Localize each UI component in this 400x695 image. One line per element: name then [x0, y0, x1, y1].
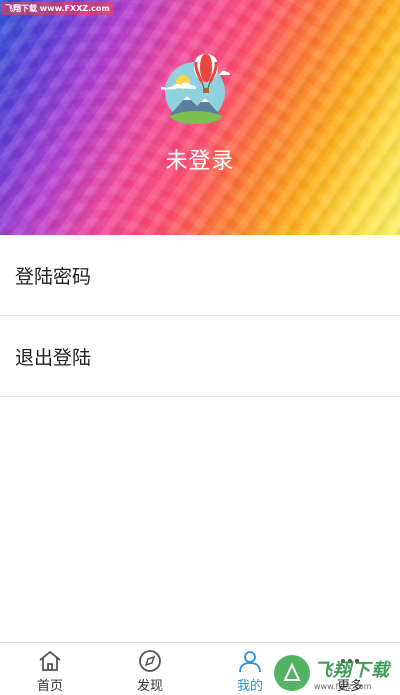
- tab-discover[interactable]: 发现: [100, 643, 200, 695]
- watermark-sub: www.fxxz.com: [314, 681, 372, 691]
- user-icon: [239, 651, 261, 673]
- bottom-tab-bar: 首页 发现 我的 更多 飞翔下载 www.fxxz.com: [0, 642, 400, 695]
- watermark-top: 飞翔下载 www.FXXZ.com: [2, 2, 113, 15]
- avatar[interactable]: [155, 50, 241, 130]
- watermark-main: 飞翔下载: [314, 659, 390, 681]
- profile-header: 飞翔下载 www.FXXZ.com 未登录: [0, 0, 400, 235]
- menu-item-label: 退出登陆: [15, 346, 92, 369]
- tab-label: 发现: [136, 679, 163, 694]
- settings-menu: 登陆密码 退出登陆: [0, 235, 400, 397]
- tab-home[interactable]: 首页: [0, 643, 100, 695]
- menu-item-label: 登陆密码: [15, 265, 92, 288]
- compass-icon: [139, 650, 161, 672]
- tab-label: 首页: [36, 679, 63, 694]
- menu-item-logout[interactable]: 退出登陆: [0, 316, 400, 397]
- watermark-logo-icon: [274, 655, 310, 691]
- home-icon: [39, 650, 61, 671]
- menu-item-login-password[interactable]: 登陆密码: [0, 235, 400, 316]
- tab-label: 我的: [236, 679, 263, 694]
- watermark-bottom-right: 飞翔下载 www.fxxz.com: [274, 653, 394, 693]
- login-status[interactable]: 未登录: [0, 143, 400, 175]
- avatar-illustration-icon: [155, 54, 230, 124]
